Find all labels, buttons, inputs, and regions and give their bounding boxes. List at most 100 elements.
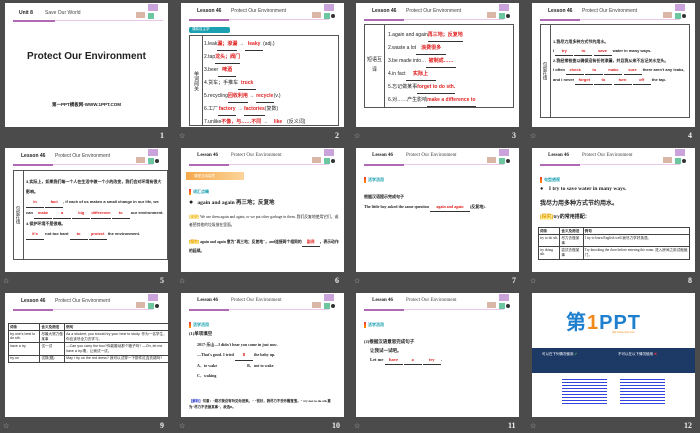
table-row: 词条 含义及用法 例句 [7, 322, 168, 332]
lesson-title: Protect Our Environment [231, 8, 287, 14]
section-tag: 活学活用 [364, 322, 384, 328]
lesson-label: Lesson 46 [548, 153, 569, 158]
lesson-title: Protect Our Environment [406, 153, 457, 158]
decoration-image [134, 4, 160, 21]
phrase-item: 6.对……产生影响make a difference to [388, 94, 476, 107]
usage-table: 词条 含义及用法 例句 try one's best to do sth. 尽最大努力做… [7, 322, 168, 363]
slide-transition-icon[interactable]: ☆ [179, 422, 185, 430]
slide-transition-icon[interactable]: ☆ [354, 277, 360, 285]
table-row: try doing sth. 尝试去做某事 Try knocking the doo… [537, 246, 691, 260]
lesson-title: Protect Our Environment [55, 153, 111, 159]
phrase-item: 4.in fact 实际上 [388, 68, 476, 81]
table-row: try on 试穿(戴) May I try on the red dress? 我… [7, 354, 168, 363]
slide-thumbnail-3[interactable]: Lesson 46 Protect Our Environment 短语互译 1.… [356, 3, 519, 127]
slide-thumbnail-8[interactable]: Lesson 46 Protect Our Environment 句型透视 ● … [532, 148, 695, 272]
lesson-title: Protect Our Environment [582, 153, 633, 158]
slide-number: 10 [332, 421, 340, 430]
translation: 我尽力用多种方式节约用水。 [540, 201, 619, 207]
slide-transition-icon[interactable]: ☆ [530, 132, 536, 140]
slide-thumbnail-1[interactable]: Unit 8 Save Our World Protect Our Enviro… [5, 3, 168, 127]
slide-thumbnail-10[interactable]: Lesson 46 Protect Our Environment 活学活用 (1… [181, 293, 344, 417]
side-label: 单词闯关 [190, 36, 203, 125]
slide-thumbnail-4[interactable]: Lesson 46 Protect Our Environment 句型在线 1.… [532, 3, 695, 127]
side-label: 句型在线 [541, 25, 551, 117]
question: 2.我经常检查以确保没有任何渗漏，并且我从来不忘记关水龙头。 [553, 58, 669, 63]
site-text: 第一PPT模板网-WWW.1PPT.COM [52, 102, 121, 107]
key-phrase: ● again and again 再三地；反复地 [189, 198, 275, 206]
slide-number: 2 [335, 131, 339, 140]
decoration-image [661, 149, 687, 166]
side-label: 短语互译 [365, 25, 385, 107]
slide-transition-icon[interactable]: ☆ [530, 422, 536, 430]
phrase-item: 1.again and again再三地；反复地 [388, 29, 476, 42]
slide-number: 9 [160, 421, 164, 430]
decoration-image [134, 149, 160, 166]
slide-transition-icon[interactable]: ☆ [179, 132, 185, 140]
slide-header: Lesson 46 Protect Our Environment [356, 3, 519, 23]
table-row: try one's best to do sth. 尽最大努力做某事 As a st… [7, 330, 168, 344]
vocab-item: 7.unlike不像，与……不同 → like (反义词) [204, 116, 305, 127]
phrase-item: 3.be made into… 被制成…… [388, 55, 476, 68]
slide-number: 4 [688, 131, 692, 140]
lesson-label: Lesson 46 [197, 298, 218, 303]
usage-table: 词条 含义及用法 例句 try to do sth. 尽力去做某事 I try to le… [537, 226, 691, 260]
section-banner: 课前自主学 [189, 27, 230, 33]
slide-number: 3 [512, 131, 516, 140]
lesson-title: Protect Our Environment [231, 153, 282, 158]
lesson-title: Protect Our Environment [406, 298, 457, 303]
question: 根据汉语提示完成句子 [364, 194, 404, 199]
section-tag: 活学活用 [189, 322, 209, 328]
section-banner: 课堂互动探究 [186, 172, 244, 180]
slide-number: 1 [160, 131, 164, 140]
vocab-item: 5.recycling回收利用 → recycle(v.) [204, 90, 305, 103]
slide-transition-icon[interactable]: ☆ [179, 277, 185, 285]
slide-thumbnail-9[interactable]: Lesson 46 Protect Our Environment 词条 含义及用法… [5, 293, 168, 417]
slide-transition-icon[interactable]: ☆ [530, 277, 536, 285]
section-tag: 词汇点睛 [189, 189, 209, 195]
slide-transition-icon[interactable]: ☆ [3, 277, 9, 285]
lesson-label: Lesson 46 [372, 8, 397, 14]
slide-number: 11 [508, 421, 516, 430]
slide-thumbnail-2[interactable]: Lesson 46 Protect Our Environment 课前自主学 单… [181, 3, 344, 127]
lesson-title: Protect Our Environment [55, 298, 111, 304]
decoration-image [485, 294, 511, 311]
phrase-item: 2.waste a lot 浪费很多 [388, 42, 476, 55]
slide-number: 6 [335, 276, 339, 285]
lesson-label: Lesson 46 [197, 153, 218, 158]
unit-label: Unit 8 [19, 10, 33, 16]
table-row: try to do sth. 尽力去做某事 I try to learn Engli… [537, 234, 691, 248]
slide-number: 5 [160, 276, 164, 285]
vocab-item: 1.leak漏；渗漏 → leaky (adj.) [204, 38, 305, 51]
decoration-image [310, 149, 336, 166]
slide-thumbnail-6[interactable]: Lesson 46 Protect Our Environment 课堂互动探究 … [181, 148, 344, 272]
decoration-image [310, 4, 336, 21]
side-label: 句型在线 [14, 171, 24, 259]
question: 4.保护环境不是很难。 [26, 221, 66, 226]
slide-thumbnail-5[interactable]: Lesson 46 Protect Our Environment 句型在线 3.… [5, 148, 168, 272]
slide-transition-icon[interactable]: ☆ [3, 422, 9, 430]
decoration-image [134, 294, 160, 311]
lesson-title: Protect Our Environment [231, 298, 282, 303]
lesson-label: Lesson 46 [197, 8, 222, 14]
unit-title: Save Our World [45, 10, 81, 16]
vocab-item: 3.beer 啤酒 [204, 64, 305, 77]
slide-header: Lesson 46 Protect Our Environment [181, 3, 344, 23]
slide-header: Lesson 46 Protect Our Environment [356, 148, 519, 168]
lesson-label: Lesson 46 [372, 153, 393, 158]
slide-header: Lesson 46 Protect Our Environment [532, 3, 695, 23]
slide-transition-icon[interactable]: ☆ [354, 422, 360, 430]
section-tag: 句型透视 [540, 177, 560, 183]
slide-transition-icon[interactable]: ☆ [354, 132, 360, 140]
table-row: have a try 试一试 —Can you carry the box?你能搬动… [7, 342, 168, 356]
slide-thumbnail-7[interactable]: Lesson 46 Protect Our Environment 活学活用 根据… [356, 148, 519, 272]
slide-header: Lesson 46 Protect Our Environment [5, 148, 168, 168]
slide-title: Protect Our Environment [27, 51, 146, 62]
lesson-label: Lesson 46 [21, 153, 46, 159]
lesson-label: Lesson 46 [548, 8, 573, 14]
vocab-item: 6.工厂factory → factories(复数) [204, 103, 305, 116]
slide-thumbnail-11[interactable]: Lesson 46 Protect Our Environment 活学活用 (2… [356, 293, 519, 417]
question: 3.实际上，如果我们每一个人在生活中做一个小的改变，我们会对环境有很大影响。 [26, 179, 162, 194]
decoration-image [485, 149, 511, 166]
slide-thumbnail-12[interactable]: 第1PPT http://www.1ppt.com 可以在下列情况使用 ✔ 不可… [532, 293, 695, 417]
slide-header: Lesson 46 Protect Our Environment [5, 293, 168, 313]
